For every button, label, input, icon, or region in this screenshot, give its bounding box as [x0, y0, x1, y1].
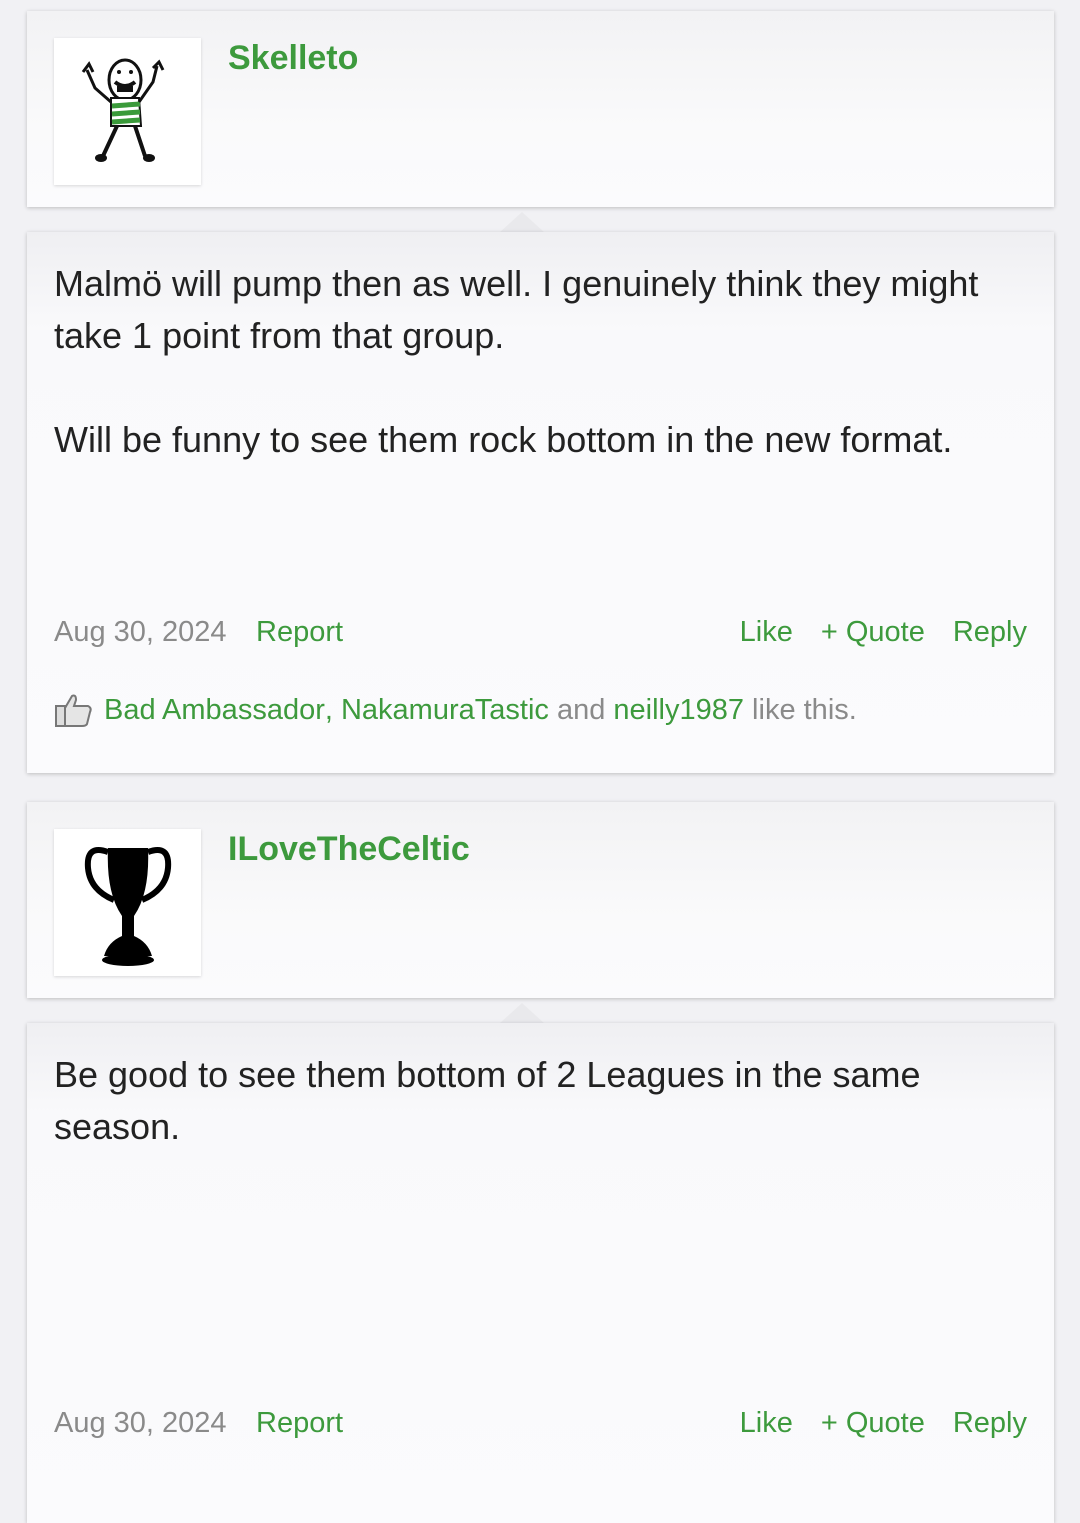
bubble-pointer — [500, 212, 544, 232]
post-2-message: Be good to see them bottom of 2 Leagues … — [27, 1023, 1054, 1523]
like-button[interactable]: Like — [740, 1407, 793, 1440]
post-2-author-card: ILoveTheCeltic — [27, 802, 1054, 998]
post-body: Malmö will pump then as well. I genuinel… — [54, 263, 979, 460]
post-date[interactable]: Aug 30, 2024 — [54, 616, 227, 649]
report-link[interactable]: Report — [256, 616, 343, 649]
quote-button[interactable]: + Quote — [821, 616, 925, 649]
reply-button[interactable]: Reply — [953, 616, 1027, 649]
liker-link[interactable]: Bad Ambassador — [104, 694, 325, 727]
post-body: Be good to see them bottom of 2 Leagues … — [54, 1054, 921, 1147]
like-button[interactable]: Like — [740, 616, 793, 649]
liker-link[interactable]: neilly1987 — [613, 694, 744, 727]
trophy-avatar-icon — [84, 846, 171, 966]
post-1-author-card: Skelleto — [27, 11, 1054, 207]
post-actions: Like + Quote Reply — [740, 616, 1027, 649]
likes-summary: Bad Ambassador , NakamuraTastic and neil… — [54, 692, 857, 728]
stick-figure-avatar-icon — [81, 58, 164, 162]
liker-link[interactable]: NakamuraTastic — [341, 694, 549, 727]
post-1-message: Malmö will pump then as well. I genuinel… — [27, 232, 1054, 773]
report-link[interactable]: Report — [256, 1407, 343, 1440]
post-date[interactable]: Aug 30, 2024 — [54, 1407, 227, 1440]
username[interactable]: Skelleto — [228, 39, 358, 78]
bubble-pointer — [500, 1003, 544, 1023]
reply-button[interactable]: Reply — [953, 1407, 1027, 1440]
likes-suffix: like this. — [744, 693, 857, 726]
likes-separator: , — [324, 693, 341, 726]
avatar[interactable] — [54, 38, 201, 185]
post-actions: Like + Quote Reply — [740, 1407, 1027, 1440]
avatar[interactable] — [54, 829, 201, 976]
thumbs-up-icon — [55, 694, 92, 727]
quote-button[interactable]: + Quote — [821, 1407, 925, 1440]
username[interactable]: ILoveTheCeltic — [228, 830, 470, 869]
likes-separator: and — [548, 693, 614, 726]
